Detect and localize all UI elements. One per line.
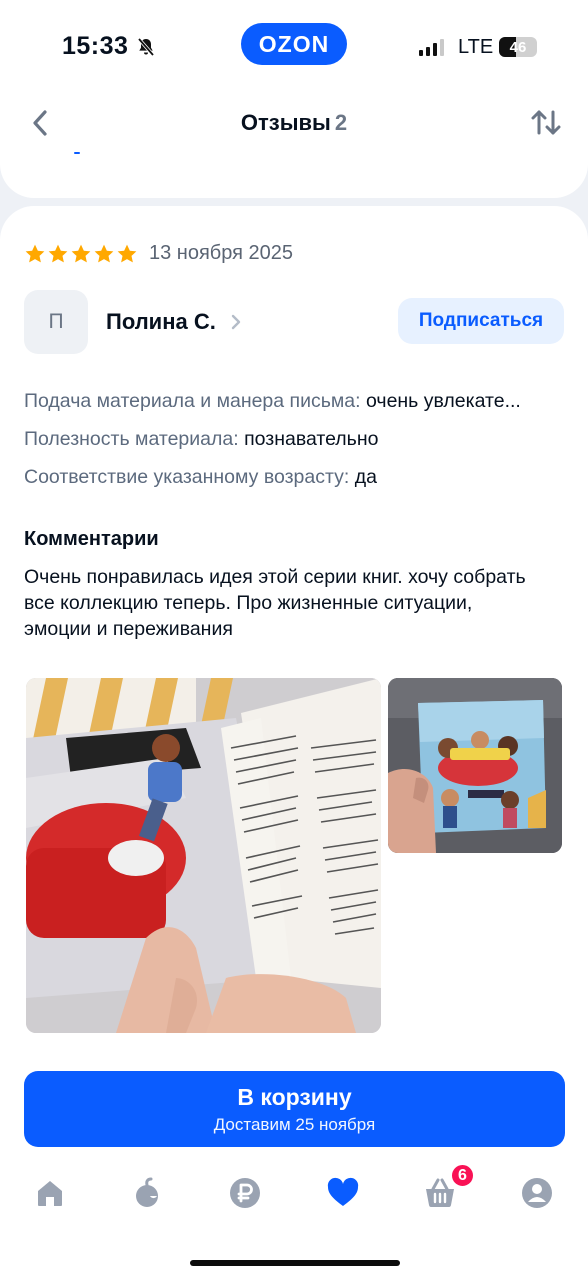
scroll-hint: [74, 152, 80, 154]
battery-icon: 46: [499, 37, 537, 57]
sort-arrows-icon[interactable]: [530, 108, 562, 138]
param-value: познавательно: [238, 428, 379, 450]
battery-percent: 46: [509, 38, 527, 56]
bottom-nav: [0, 1160, 588, 1230]
param-key: Подача материала и манера письма:: [24, 390, 361, 412]
avatar[interactable]: П: [24, 290, 88, 354]
star-icon: [71, 244, 91, 262]
comment-text: Очень понравилась идея этой серии книг. …: [24, 566, 526, 640]
star-rating: [24, 243, 139, 265]
title-text: Отзывы: [240, 110, 331, 135]
home-icon[interactable]: [33, 1176, 67, 1210]
review-date: 13 ноября 2025: [149, 242, 294, 264]
review-photo-1[interactable]: [26, 678, 381, 1033]
ozon-logo: OZON: [241, 23, 347, 65]
add-to-cart-button[interactable]: В корзину Доставим 25 ноября: [24, 1071, 565, 1147]
param-row: Подача материала и манера письма: очень …: [24, 382, 564, 420]
review-photo-2[interactable]: [388, 678, 562, 853]
book-cover-photo-image: [388, 678, 562, 853]
bell-muted-icon: [138, 37, 155, 56]
star-icon: [94, 244, 114, 262]
cart-button-label: В корзину: [237, 1083, 352, 1110]
reviews-count: 2: [334, 110, 348, 135]
status-time: 15:33: [62, 32, 156, 61]
cart-count-badge: 6: [450, 1163, 475, 1188]
param-value: да: [349, 466, 377, 488]
param-key: Соответствие указанному возрасту:: [24, 466, 350, 488]
param-row: Соответствие указанному возрасту: да: [24, 458, 564, 496]
rating-row: 13 ноября 2025: [24, 242, 293, 265]
comments-heading: Комментарии: [24, 528, 159, 550]
author-row[interactable]: П Полина С.: [24, 290, 242, 354]
param-row: Полезность материала: познавательно: [24, 420, 564, 458]
star-icon: [117, 244, 137, 262]
status-bar: 15:33 OZON LTE 46: [0, 0, 588, 92]
top-header: Отзывы 2: [0, 92, 588, 198]
page-title: Отзывы 2: [0, 110, 588, 136]
subscribe-button[interactable]: Подписаться: [398, 298, 564, 344]
author-name[interactable]: Полина С.: [106, 309, 216, 335]
param-value: очень увлекате...: [360, 390, 521, 412]
time-text: 15:33: [62, 32, 129, 60]
param-key: Полезность материала:: [24, 428, 239, 450]
delivery-date-label: Доставим 25 ноября: [213, 1114, 376, 1134]
ruble-icon[interactable]: [228, 1176, 262, 1210]
chevron-right-icon: [231, 314, 241, 330]
fresh-icon[interactable]: [131, 1176, 165, 1210]
favorites-icon[interactable]: [326, 1176, 360, 1210]
star-icon: [48, 244, 68, 262]
review-params: Подача материала и манера письма: очень …: [24, 382, 564, 496]
network-type: LTE: [458, 36, 494, 58]
profile-icon[interactable]: [520, 1176, 554, 1210]
star-icon: [25, 244, 45, 262]
home-indicator[interactable]: [190, 1260, 400, 1266]
review-card: 13 ноября 2025 П Полина С. Подписаться П…: [0, 206, 588, 1280]
book-photo-image: [26, 678, 381, 1033]
signal-icon: [419, 38, 444, 56]
